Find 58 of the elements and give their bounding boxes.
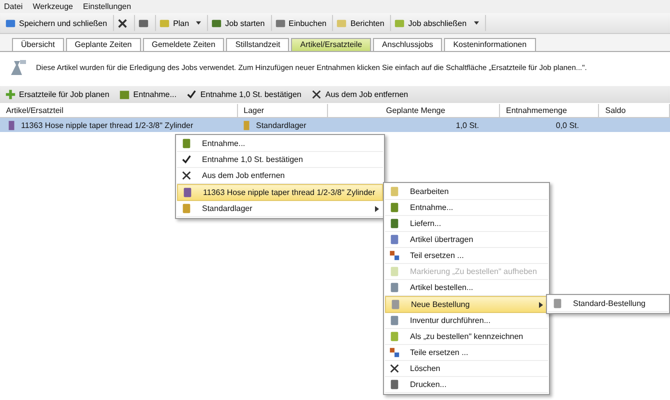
action-button[interactable]: Ersatzteile für Job planen [2, 89, 112, 100]
toolbar-button[interactable]: Plan [156, 15, 208, 31]
tab[interactable]: Übersicht [12, 38, 64, 51]
submenu-arrow-icon [539, 302, 543, 308]
menu-bar-item[interactable]: Datei [4, 2, 23, 12]
tab[interactable]: Gemeldete Zeiten [142, 38, 224, 51]
cross-icon [181, 170, 192, 181]
toolbar-button[interactable]: Einbuchen [272, 15, 334, 31]
toolbar-button[interactable]: Job abschließen [391, 15, 486, 31]
plus-icon [5, 89, 16, 100]
menu-item[interactable]: Drucken... [385, 377, 548, 393]
action-button[interactable]: Entnahme... [116, 89, 180, 100]
check-icon [186, 89, 198, 100]
menu-item[interactable]: Inventur durchführen... [385, 313, 548, 329]
tab[interactable]: Kosteninformationen [444, 38, 536, 51]
menu-item[interactable]: Entnahme... [385, 200, 548, 216]
tab[interactable]: Geplante Zeiten [66, 38, 141, 51]
menu-item[interactable]: Liefern... [385, 216, 548, 232]
toolbar-button[interactable]: Speichern und schließen [2, 15, 114, 31]
menu-item[interactable]: Löschen [385, 361, 548, 377]
column-header[interactable]: Geplante Menge [328, 104, 500, 116]
menu-item[interactable]: Als „zu bestellen" kennzeichnen [385, 329, 548, 345]
action-button[interactable]: Entnahme 1,0 St. bestätigen [183, 89, 304, 100]
menu-item[interactable]: Standardlager [177, 201, 383, 217]
column-header[interactable]: Artikel/Ersatzteil [0, 104, 238, 116]
menu-item[interactable]: Entnahme 1,0 St. bestätigen [177, 152, 383, 168]
column-header[interactable]: Saldo [599, 104, 670, 116]
tab[interactable]: Artikel/Ersatzteile [291, 38, 372, 51]
table-cell: 11363 Hose nipple taper thread 1/2-3/8" Zylinder [21, 120, 194, 130]
tab[interactable]: Stillstandzeit [226, 38, 290, 51]
cross-icon [311, 89, 322, 100]
table-cell: 1,0 St. [456, 120, 479, 130]
check-icon [181, 154, 192, 165]
action-button[interactable]: Aus dem Job entfernen [308, 89, 412, 100]
menu-item[interactable]: Neue Bestellung [385, 296, 548, 313]
column-header[interactable]: Entnahmemenge [500, 104, 600, 116]
menu-item[interactable]: Entnahme... [177, 136, 383, 152]
caret-icon [196, 21, 202, 25]
tab[interactable]: Anschlussjobs [373, 38, 442, 51]
toolbar-button[interactable]: Berichten [333, 15, 392, 31]
menu-item[interactable]: Standard-Bestellung [548, 296, 668, 312]
tools-icon [8, 57, 28, 77]
menu-item[interactable]: 11363 Hose nipple taper thread 1/2-3/8" Zylinder [177, 184, 383, 201]
menu-item[interactable]: Teile ersetzen ... [385, 345, 548, 361]
menu-bar-item[interactable]: Einstellungen [83, 2, 132, 12]
menu-item[interactable]: Artikel übertragen [385, 232, 548, 248]
submenu-arrow-icon [375, 206, 379, 212]
table-cell: 0,0 St. [556, 120, 579, 130]
caret-icon [474, 21, 479, 25]
menu-item[interactable]: Teil ersetzen ... [385, 248, 548, 264]
menu-bar-item[interactable]: Werkzeuge [32, 2, 74, 12]
table-cell: Standardlager [256, 120, 306, 130]
menu-item[interactable]: Bearbeiten [385, 184, 548, 200]
toolbar-button[interactable]: Job starten [208, 15, 272, 31]
cross-icon [117, 18, 128, 28]
column-header[interactable]: Lager [238, 104, 328, 116]
table-row[interactable]: 11363 Hose nipple taper thread 1/2-3/8" Zylinder Standardlager 1,0 St. 0,0 St. [0, 118, 670, 132]
cross-icon [389, 363, 400, 374]
